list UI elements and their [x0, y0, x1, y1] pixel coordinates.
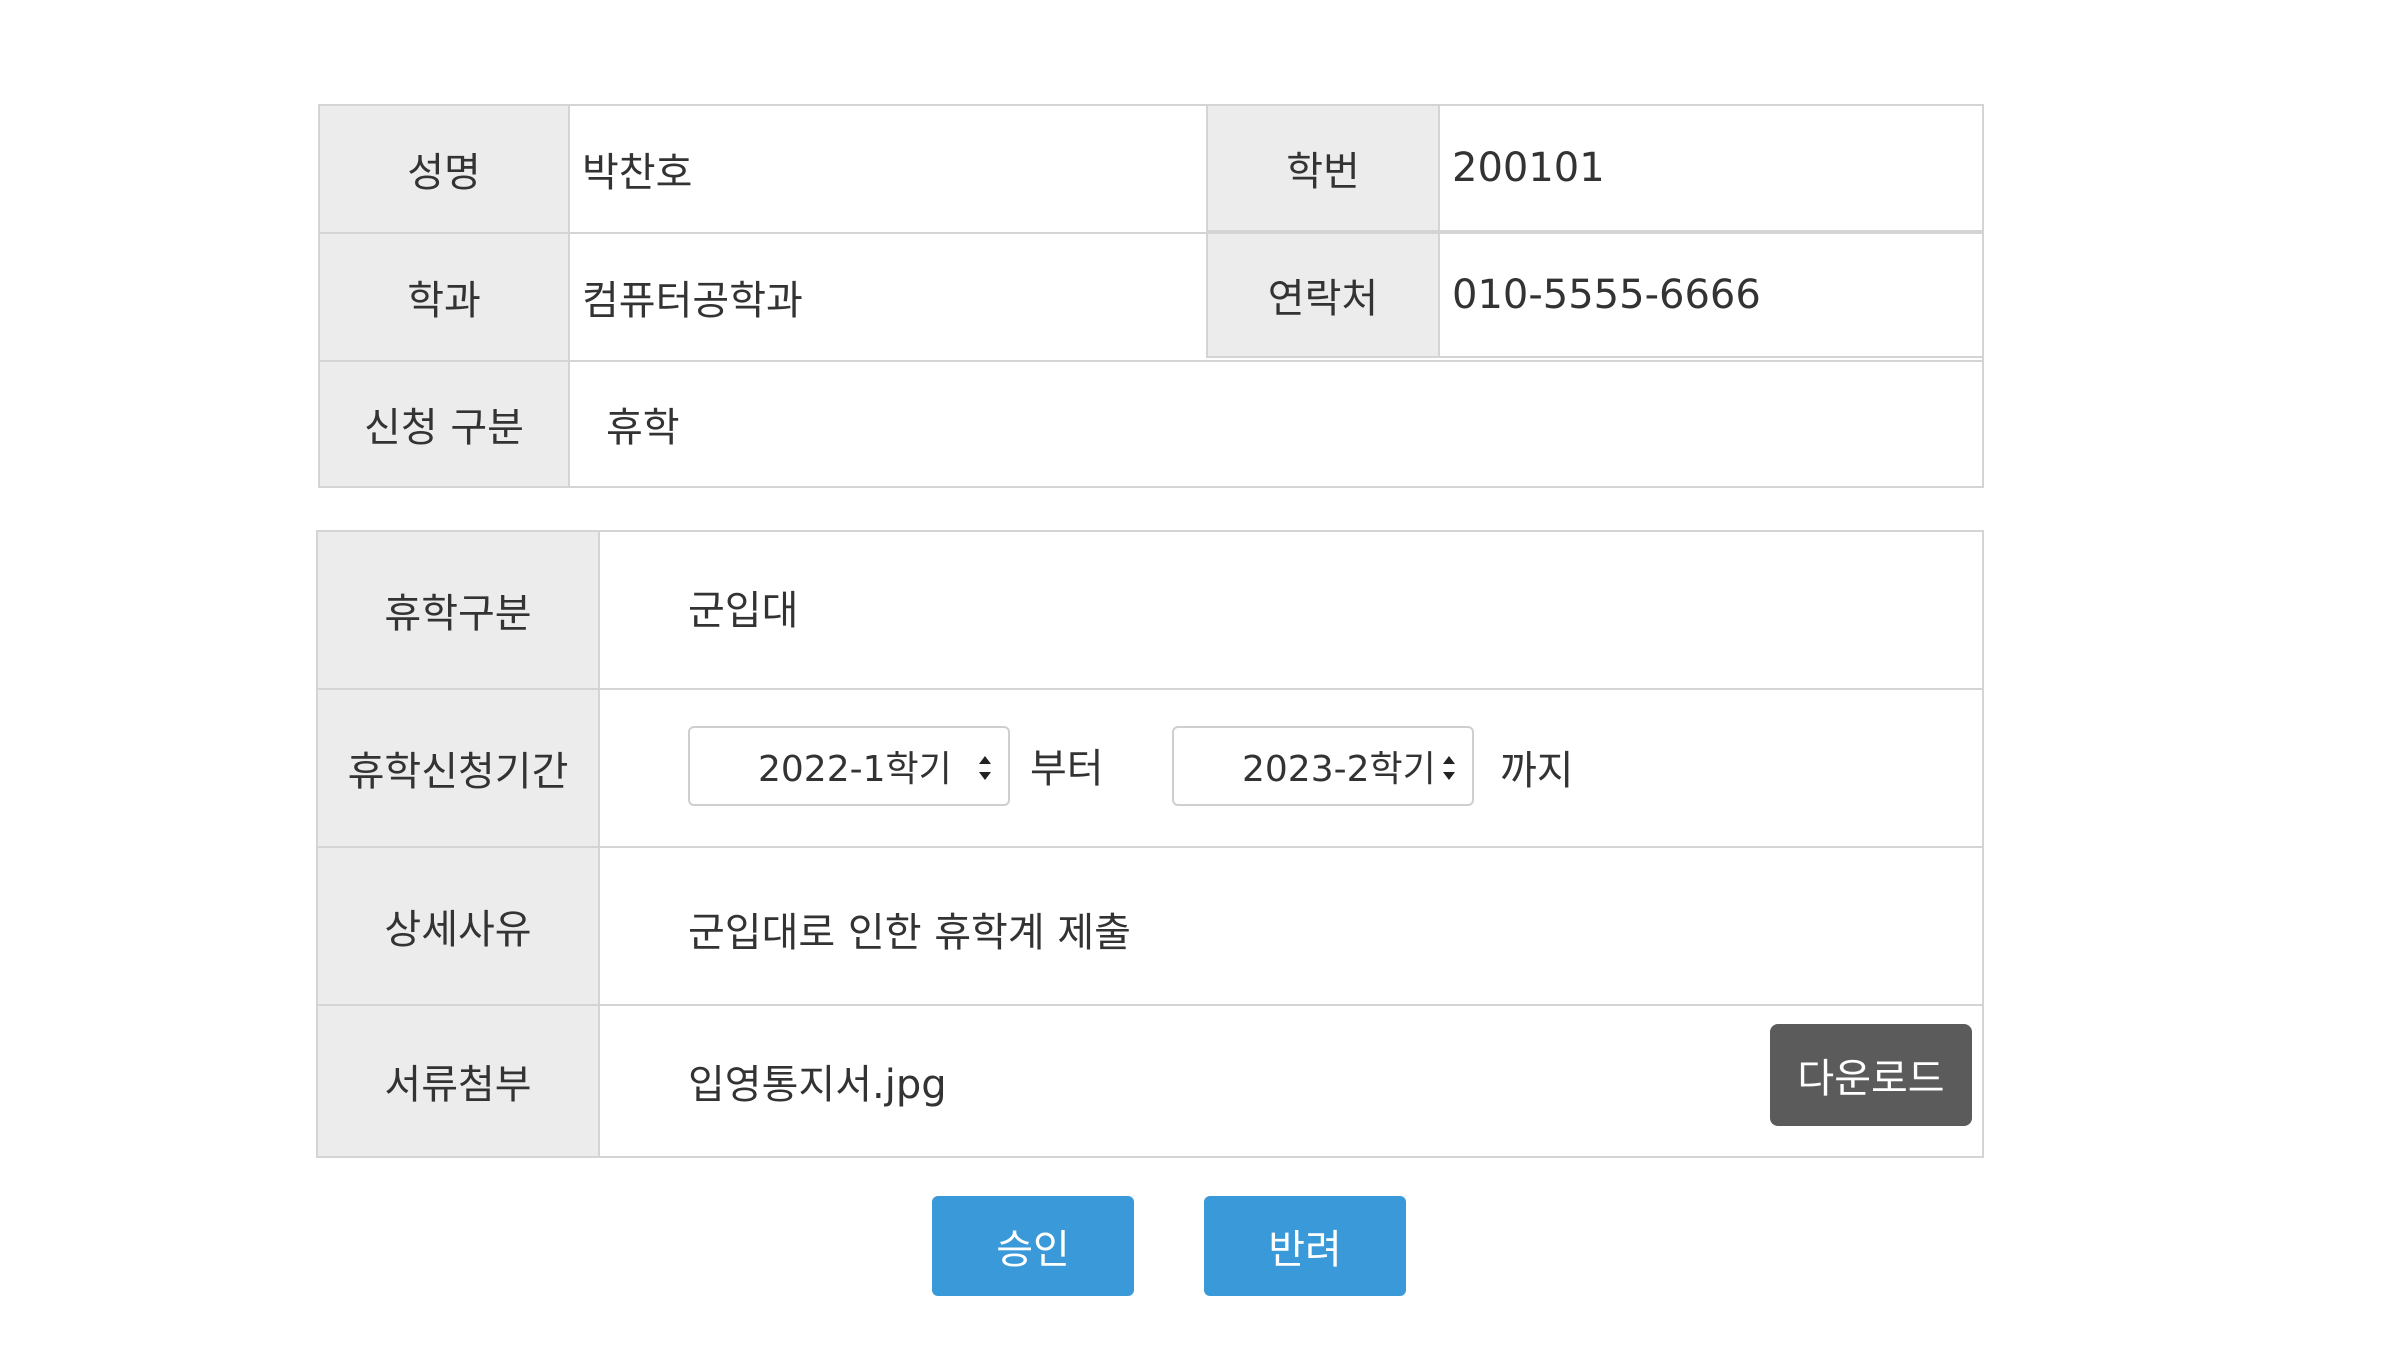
updown-spinner-icon — [979, 756, 991, 780]
row-divider — [318, 846, 1982, 848]
leave-period-label: 휴학신청기간 — [318, 690, 600, 846]
row-divider — [318, 688, 1982, 690]
phone-value: 010-5555-6666 — [1438, 232, 1984, 358]
reason-label: 상세사유 — [318, 848, 600, 1004]
download-button[interactable]: 다운로드 — [1770, 1024, 1972, 1126]
row-divider — [318, 1004, 1982, 1006]
row-divider — [320, 232, 1208, 234]
name-value: 박찬호 — [570, 106, 1208, 232]
phone-label: 연락처 — [1206, 232, 1440, 358]
attachment-filename: 입영통지서.jpg — [600, 1006, 1600, 1156]
leave-category-value: 군입대 — [600, 532, 1982, 688]
student-id-label: 학번 — [1206, 104, 1440, 232]
name-label: 성명 — [320, 106, 570, 232]
period-from-value: 2022-1학기 — [758, 749, 952, 790]
student-id-value: 200101 — [1438, 104, 1984, 232]
reject-button[interactable]: 반려 — [1204, 1196, 1406, 1296]
attachment-label: 서류첨부 — [318, 1006, 600, 1156]
updown-spinner-icon — [1443, 756, 1455, 780]
row-divider — [320, 360, 1982, 362]
department-label: 학과 — [320, 234, 570, 360]
period-to-suffix: 까지 — [1500, 748, 1574, 794]
period-to-value: 2023-2학기 — [1242, 749, 1436, 790]
leave-detail-table: 휴학구분 군입대 휴학신청기간 상세사유 군입대로 인한 휴학계 제출 서류첨부… — [316, 530, 1984, 1158]
period-to-select[interactable]: 2023-2학기 — [1172, 726, 1474, 806]
period-from-select[interactable]: 2022-1학기 — [688, 726, 1010, 806]
leave-category-label: 휴학구분 — [318, 532, 600, 688]
request-type-value: 휴학 — [570, 362, 1982, 486]
department-value: 컴퓨터공학과 — [570, 234, 1208, 360]
leave-request-review-page: 성명 박찬호 학번 200101 학과 컴퓨터공학과 연락처 010-5555-… — [0, 0, 2400, 1350]
reason-value: 군입대로 인한 휴학계 제출 — [600, 848, 1982, 1004]
period-from-suffix: 부터 — [1030, 746, 1104, 792]
approve-button[interactable]: 승인 — [932, 1196, 1134, 1296]
request-type-label: 신청 구분 — [320, 362, 570, 486]
student-info-table: 성명 박찬호 학번 200101 학과 컴퓨터공학과 연락처 010-5555-… — [318, 104, 1984, 488]
